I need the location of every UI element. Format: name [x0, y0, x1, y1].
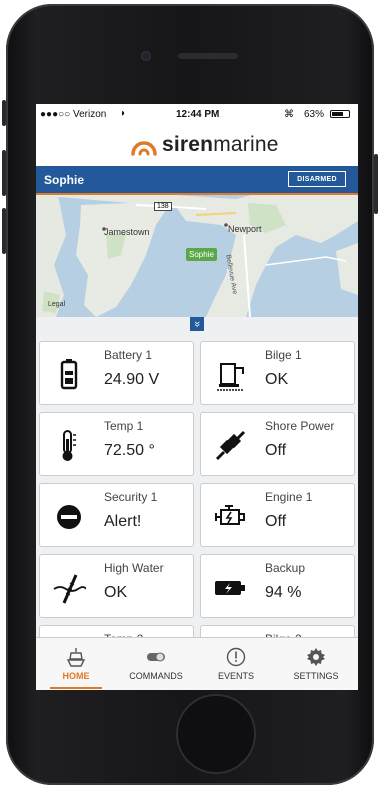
battery-percent: 63%	[304, 109, 325, 120]
mute-switch	[2, 100, 6, 126]
front-camera	[141, 51, 151, 61]
tile-label: Backup	[265, 561, 306, 575]
gear-icon	[307, 648, 325, 666]
brand-logo-text: sirenmarine	[162, 133, 279, 156]
tile-value: 72.50 °	[104, 442, 155, 459]
bottom-tab-bar: HOME COMMANDS EVENTS SETTINGS	[36, 637, 358, 690]
tab-label: HOME	[62, 671, 90, 681]
tile-temp-1[interactable]: Temp 1 72.50 °	[39, 412, 194, 476]
boat-location-pin[interactable]: Sophie	[186, 248, 217, 261]
tile-battery-1[interactable]: Battery 1 24.90 V	[39, 341, 194, 405]
tile-value: OK	[265, 371, 289, 388]
home-button[interactable]	[176, 694, 256, 774]
tab-label: EVENTS	[217, 671, 254, 681]
engine-icon	[215, 505, 245, 525]
location-map[interactable]: 138 Jamestown Newport Bellevue Ave Legal…	[36, 195, 358, 317]
tile-value: Off	[265, 513, 287, 530]
tab-commands[interactable]: COMMANDS	[116, 638, 196, 690]
tile-value: Off	[265, 442, 287, 459]
earpiece-speaker	[178, 53, 238, 59]
tab-label: COMMANDS	[129, 671, 183, 681]
route-shield: 138	[154, 202, 172, 211]
tile-label: Security 1	[104, 490, 158, 504]
tile-shore-power[interactable]: Shore Power Off	[200, 412, 355, 476]
active-tab-indicator	[50, 687, 102, 689]
map-collapse-toggle[interactable]: »	[190, 317, 204, 331]
tile-security-1[interactable]: Security 1 Alert!	[39, 483, 194, 547]
map-legal-link[interactable]: Legal	[48, 301, 65, 308]
boat-icon	[66, 648, 86, 667]
bluetooth-icon: ⌘	[284, 109, 294, 120]
town-label-jamestown: Jamestown	[104, 227, 150, 237]
tile-label: Engine 1	[265, 490, 313, 504]
clock: 12:44 PM	[176, 109, 220, 120]
tab-settings[interactable]: SETTINGS	[276, 638, 356, 690]
thermometer-icon	[62, 430, 76, 461]
tile-engine-1[interactable]: Engine 1 Off	[200, 483, 355, 547]
toggle-icon	[147, 652, 165, 662]
tile-high-water[interactable]: High Water OK	[39, 554, 194, 618]
tab-label: SETTINGS	[293, 671, 339, 681]
boat-header: Sophie DISARMED	[36, 166, 358, 195]
water-sensor-icon	[53, 574, 86, 604]
power-button	[374, 154, 378, 214]
boat-name[interactable]: Sophie	[44, 173, 84, 187]
tile-label: Temp 1	[104, 419, 144, 433]
tile-label: Battery 1	[104, 348, 153, 362]
tile-label: Shore Power	[265, 419, 335, 433]
tile-bilge-1[interactable]: Bilge 1 OK	[200, 341, 355, 405]
battery-charging-icon	[215, 581, 245, 595]
town-label-newport: Newport	[228, 224, 262, 234]
brand-header: sirenmarine	[36, 124, 358, 166]
plug-icon	[215, 430, 246, 461]
tile-value: 24.90 V	[104, 371, 160, 388]
volume-down-button	[2, 208, 6, 254]
wifi-icon: ◗	[120, 108, 127, 119]
volume-up-button	[2, 150, 6, 196]
tile-label: Bilge 1	[265, 348, 302, 362]
tile-value: Alert!	[104, 513, 142, 530]
siren-logo-icon	[131, 141, 157, 156]
tile-value: OK	[104, 584, 128, 601]
carrier-label: ●●●○○ Verizon	[40, 109, 107, 120]
bilge-pump-icon	[217, 363, 244, 391]
tile-backup[interactable]: Backup 94 %	[200, 554, 355, 618]
battery-status-icon	[330, 110, 350, 118]
battery-icon	[60, 359, 78, 390]
status-bar: ●●●○○ Verizon ◗ 12:44 PM ⌘ 63%	[36, 104, 358, 124]
sensor-grid: Battery 1 24.90 V Bilge 1 OK Temp 1 72.5…	[36, 337, 358, 689]
no-entry-icon	[57, 505, 81, 529]
tile-label: High Water	[104, 561, 164, 575]
tab-home[interactable]: HOME	[36, 638, 116, 690]
tab-events[interactable]: EVENTS	[196, 638, 276, 690]
arm-status-badge[interactable]: DISARMED	[288, 171, 346, 187]
tile-value: 94 %	[265, 584, 302, 601]
alert-circle-icon	[226, 647, 246, 667]
app-screen: ●●●○○ Verizon ◗ 12:44 PM ⌘ 63% sirenmari…	[36, 104, 358, 690]
